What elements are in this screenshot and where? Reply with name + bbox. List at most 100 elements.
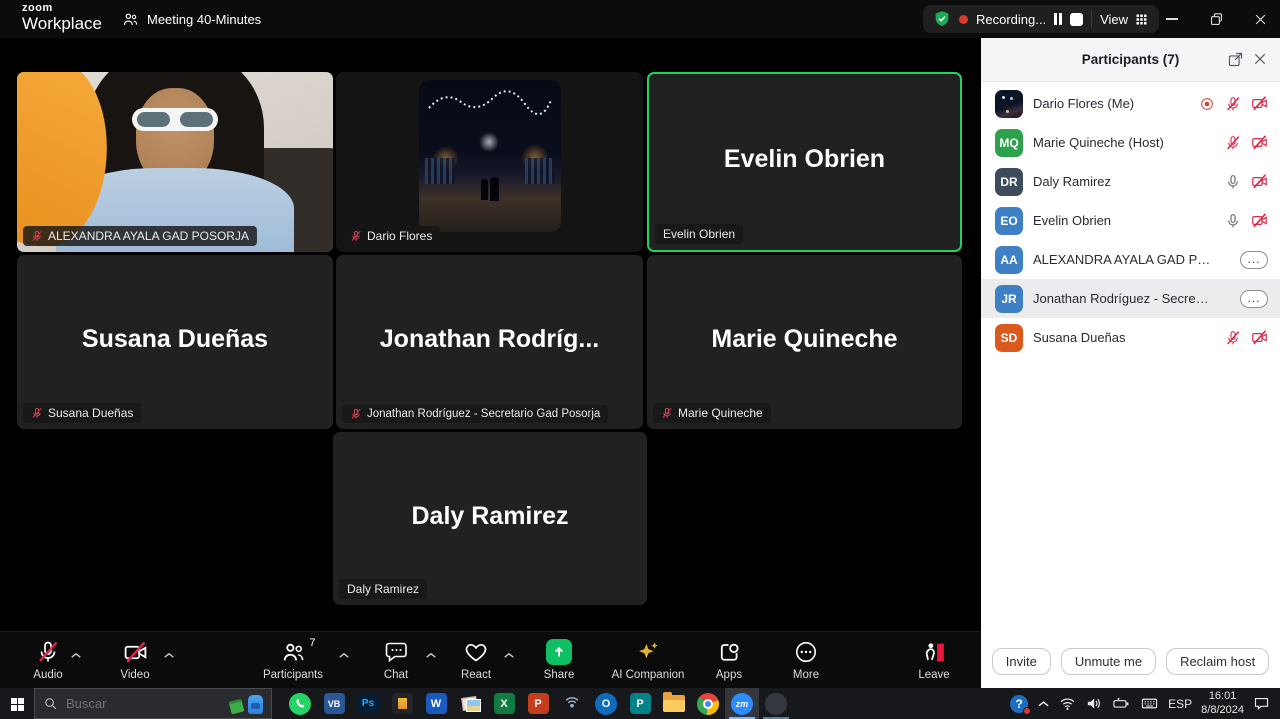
search-input[interactable] — [66, 696, 196, 711]
video-off-icon — [1251, 173, 1268, 190]
taskbar-whatsapp-icon[interactable] — [283, 688, 317, 719]
tile-name-label: Susana Dueñas — [23, 403, 141, 423]
date: 8/8/2024 — [1201, 704, 1244, 718]
window-restore-button[interactable] — [1194, 0, 1238, 38]
pause-recording-button[interactable] — [1054, 13, 1062, 25]
participants-button[interactable]: 7 Participants — [248, 639, 338, 681]
alexandra-video-feed — [17, 72, 333, 252]
taskbar-running-app-icon[interactable] — [759, 688, 793, 719]
video-tile-susana[interactable]: Susana Dueñas Susana Dueñas — [17, 255, 333, 429]
unmute-me-button[interactable]: Unmute me — [1061, 648, 1156, 675]
participant-row-evelin[interactable]: EO Evelin Obrien — [981, 201, 1280, 240]
taskbar-moviemaker-icon[interactable] — [385, 688, 419, 719]
participant-row-marie[interactable]: MQ Marie Quineche (Host) — [981, 123, 1280, 162]
avatar: SD — [995, 324, 1023, 352]
share-button[interactable]: Share — [514, 639, 604, 681]
help-notification-icon[interactable]: ? — [1010, 695, 1028, 713]
language-indicator[interactable]: ESP — [1168, 697, 1192, 711]
reclaim-host-button[interactable]: Reclaim host — [1166, 648, 1269, 675]
video-off-icon — [1251, 134, 1268, 151]
participant-display-name: Jonathan Rodríg... — [336, 325, 643, 354]
taskbar-search[interactable] — [34, 688, 272, 719]
volume-icon[interactable] — [1085, 695, 1102, 712]
ai-sparkle-icon — [635, 639, 661, 665]
taskbar-connect-icon[interactable] — [555, 688, 589, 719]
video-grid: ALEXANDRA AYALA GAD POSORJA Dario Flores… — [0, 38, 981, 631]
muted-mic-icon — [1225, 330, 1241, 346]
zoom-workplace-logo: zoom Workplace — [22, 3, 102, 32]
video-tile-evelin-active-speaker[interactable]: Evelin Obrien Evelin Obrien — [647, 72, 962, 252]
dario-profile-photo — [419, 80, 561, 232]
participant-row-daly[interactable]: DR Daly Ramirez — [981, 162, 1280, 201]
more-ellipsis-icon — [794, 640, 818, 664]
taskbar-vb-icon[interactable]: VB — [317, 688, 351, 719]
participants-panel-header: Participants (7) — [981, 38, 1280, 82]
video-off-icon — [1251, 212, 1268, 229]
battery-charging-icon[interactable] — [1111, 695, 1131, 712]
video-tile-marie[interactable]: Marie Quineche Marie Quineche — [647, 255, 962, 429]
view-button[interactable]: View — [1100, 12, 1149, 27]
video-tile-jonathan[interactable]: Jonathan Rodríg... Jonathan Rodríguez - … — [336, 255, 643, 429]
muted-mic-icon — [31, 230, 43, 242]
stop-recording-button[interactable] — [1070, 13, 1083, 26]
muted-mic-icon — [31, 407, 43, 419]
audio-options-caret[interactable] — [70, 646, 82, 664]
time: 16:01 — [1201, 690, 1244, 704]
leave-door-icon — [922, 640, 947, 665]
participants-options-caret[interactable] — [338, 646, 350, 664]
window-close-button[interactable] — [1238, 0, 1280, 38]
participant-row-dario[interactable]: Dario Flores (Me) — [981, 84, 1280, 123]
video-tile-dario[interactable]: Dario Flores — [336, 72, 643, 252]
participant-more-button[interactable]: ... — [1240, 290, 1268, 308]
divider — [1091, 11, 1092, 27]
tray-expand-chevron[interactable] — [1037, 700, 1050, 708]
taskbar-photoshop-icon[interactable]: Ps — [351, 688, 385, 719]
participant-name: Jonathan Rodríguez - Secretario Ga... — [1033, 291, 1211, 306]
taskbar-zoom-icon-active[interactable]: zm — [725, 688, 759, 719]
video-options-caret[interactable] — [163, 646, 175, 664]
participant-row-jonathan[interactable]: JR Jonathan Rodríguez - Secretario Ga...… — [981, 279, 1280, 318]
avatar: JR — [995, 285, 1023, 313]
christmas-lights — [427, 86, 553, 116]
windows-taskbar: VB Ps W X P O P zm ? ESP 16:01 8/8/2024 — [0, 688, 1280, 719]
video-tile-daly[interactable]: Daly Ramirez Daly Ramirez — [333, 432, 647, 605]
invite-button[interactable]: Invite — [992, 648, 1051, 675]
taskbar-chrome-icon[interactable] — [691, 688, 725, 719]
recording-dot-icon — [959, 15, 968, 24]
start-button[interactable] — [0, 688, 34, 719]
tile-name-label: Daly Ramirez — [339, 579, 427, 599]
participant-name: Evelin Obrien — [1033, 213, 1111, 228]
tile-name-label: ALEXANDRA AYALA GAD POSORJA — [23, 226, 257, 246]
keyboard-icon[interactable] — [1140, 695, 1159, 712]
taskbar-excel-icon[interactable]: X — [487, 688, 521, 719]
participant-display-name: Evelin Obrien — [649, 145, 960, 174]
camera-off-icon — [123, 640, 148, 665]
taskbar-publisher-icon[interactable]: P — [623, 688, 657, 719]
video-off-icon — [1251, 329, 1268, 346]
taskbar-outlook-icon[interactable]: O — [589, 688, 623, 719]
clock[interactable]: 16:01 8/8/2024 — [1201, 690, 1244, 718]
title-bar: zoom Workplace Meeting 40-Minutes Record… — [0, 0, 1280, 38]
participant-row-susana[interactable]: SD Susana Dueñas — [981, 318, 1280, 357]
participant-name: Dario Flores (Me) — [1033, 96, 1134, 111]
avatar — [995, 90, 1023, 118]
window-minimize-button[interactable] — [1150, 0, 1194, 38]
meeting-tab[interactable]: Meeting 40-Minutes — [112, 0, 271, 38]
logo-zoom: zoom — [22, 3, 102, 14]
taskbar-powerpoint-icon[interactable]: P — [521, 688, 555, 719]
ai-companion-button[interactable]: AI Companion — [603, 639, 693, 681]
wifi-icon[interactable] — [1059, 695, 1076, 712]
taskbar-file-explorer-icon[interactable] — [657, 688, 691, 719]
leave-button[interactable]: Leave — [889, 639, 979, 681]
taskbar-word-icon[interactable]: W — [419, 688, 453, 719]
popout-panel-button[interactable] — [1227, 51, 1244, 73]
notifications-icon[interactable] — [1253, 695, 1270, 712]
participant-more-button[interactable]: ... — [1240, 251, 1268, 269]
avatar: DR — [995, 168, 1023, 196]
video-tile-alexandra[interactable]: ALEXANDRA AYALA GAD POSORJA — [17, 72, 333, 252]
more-button[interactable]: More — [761, 639, 851, 681]
share-screen-icon — [546, 639, 572, 665]
close-panel-button[interactable] — [1252, 51, 1268, 72]
participant-row-alexandra[interactable]: AA ALEXANDRA AYALA GAD POSORJA ... — [981, 240, 1280, 279]
taskbar-photos-icon[interactable] — [453, 688, 487, 719]
